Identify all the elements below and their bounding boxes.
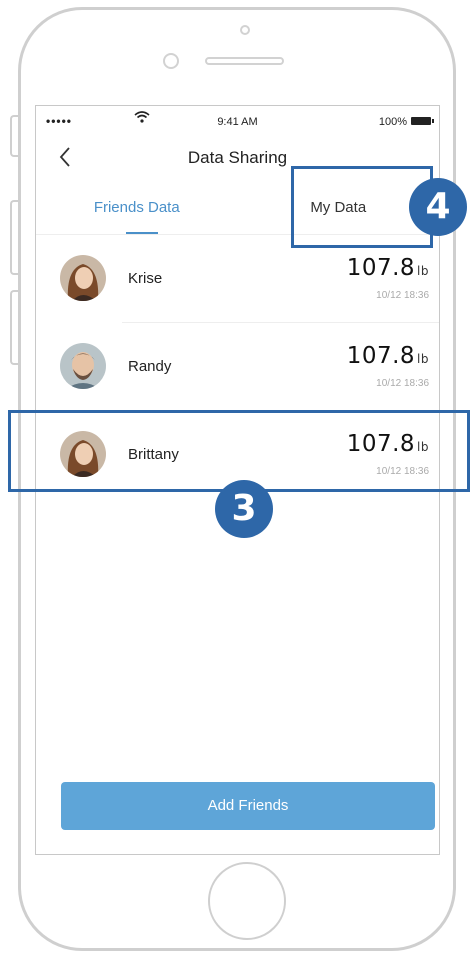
page-title: Data Sharing bbox=[187, 148, 288, 167]
weight-value: 107.8 lb bbox=[346, 343, 429, 369]
weight-unit: lb bbox=[417, 352, 429, 366]
weight-value: 107.8 lb bbox=[346, 255, 429, 281]
step-badge-3: 3 bbox=[215, 480, 273, 538]
friend-name: Krise bbox=[128, 270, 163, 287]
volume-up-button bbox=[10, 200, 18, 275]
add-friends-button[interactable]: Add Friends bbox=[61, 782, 435, 830]
active-tab-indicator bbox=[126, 232, 158, 234]
list-item[interactable]: Randy 107.8 lb 10/12 18:36 bbox=[36, 323, 439, 411]
battery-percent: 100% bbox=[378, 116, 407, 128]
friend-name: Randy bbox=[128, 358, 172, 375]
tab-friends-data[interactable]: Friends Data bbox=[36, 182, 238, 234]
home-button[interactable] bbox=[208, 862, 286, 940]
step-badge-4: 4 bbox=[409, 178, 467, 236]
proximity-sensor bbox=[240, 25, 250, 35]
battery-icon bbox=[411, 117, 434, 125]
status-bar: ••••• 9:41 AM 100% bbox=[36, 106, 439, 136]
front-camera bbox=[163, 53, 179, 69]
avatar bbox=[60, 343, 106, 389]
earpiece-speaker bbox=[205, 57, 284, 65]
timestamp: 10/12 18:36 bbox=[376, 378, 429, 389]
volume-down-button bbox=[10, 290, 18, 365]
weight-unit: lb bbox=[417, 264, 429, 278]
list-item[interactable]: Krise 107.8 lb 10/12 18:36 bbox=[36, 235, 439, 323]
mute-switch bbox=[10, 115, 18, 157]
avatar bbox=[60, 255, 106, 301]
timestamp: 10/12 18:36 bbox=[376, 290, 429, 301]
